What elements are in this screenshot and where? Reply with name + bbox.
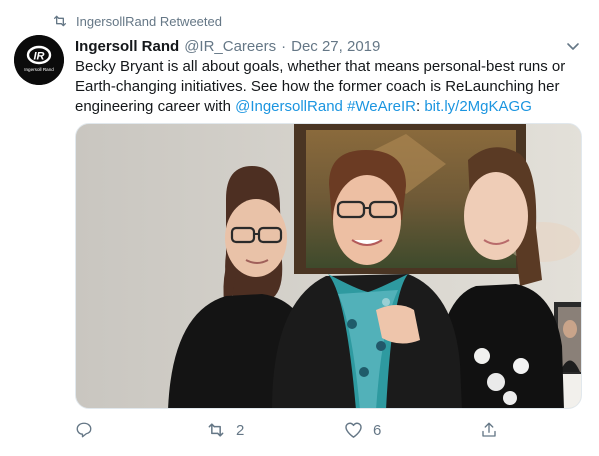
retweet-label: IngersollRand Retweeted xyxy=(76,13,222,29)
mention-link[interactable]: @IngersollRand xyxy=(235,98,343,115)
retweet-icon xyxy=(52,14,68,28)
retweet-count: 2 xyxy=(236,421,245,439)
share-button[interactable] xyxy=(480,418,498,442)
tweet-actions: 2 6 xyxy=(75,418,515,442)
photo-illustration xyxy=(76,124,581,408)
separator-dot: · xyxy=(281,37,287,55)
retweet-button[interactable]: 2 xyxy=(206,418,244,442)
tweet-text-line-3: engineering career with @IngersollRand #… xyxy=(75,97,587,117)
tweet-text-line-1: Becky Bryant is all about goals, whether… xyxy=(75,58,566,75)
tweet-photo[interactable] xyxy=(75,123,582,409)
heart-icon xyxy=(345,422,362,438)
tweet-text-plain: engineering career with xyxy=(75,98,236,115)
share-icon xyxy=(482,422,496,437)
like-count: 6 xyxy=(373,421,382,439)
chevron-down-icon xyxy=(567,43,579,50)
more-options-caret[interactable] xyxy=(565,38,581,54)
tweet-text-line-2: Earth-changing initiatives. See how the … xyxy=(75,78,560,95)
reply-icon xyxy=(76,422,92,438)
author-handle[interactable]: @IR_Careers xyxy=(184,38,276,55)
tweet-header: Ingersoll Rand @IR_Careers · Dec 27, 201… xyxy=(75,36,581,56)
author-name[interactable]: Ingersoll Rand xyxy=(75,38,179,55)
url-link[interactable]: bit.ly/2MgKAGG xyxy=(424,98,532,115)
like-button[interactable]: 6 xyxy=(344,418,381,442)
logo-letters: IR xyxy=(34,51,45,63)
retweet-context[interactable]: IngersollRand Retweeted xyxy=(52,12,222,30)
logo-caption: Ingersoll Rand xyxy=(24,67,54,72)
reply-button[interactable] xyxy=(75,418,103,442)
hashtag-link[interactable]: #WeAreIR xyxy=(347,98,416,115)
tweet-date[interactable]: Dec 27, 2019 xyxy=(291,38,380,55)
ingersoll-rand-logo: IR Ingersoll Rand xyxy=(14,35,64,85)
avatar[interactable]: IR Ingersoll Rand xyxy=(14,35,64,85)
tweet-text: Becky Bryant is all about goals, whether… xyxy=(75,57,587,117)
retweet-icon xyxy=(208,423,224,437)
